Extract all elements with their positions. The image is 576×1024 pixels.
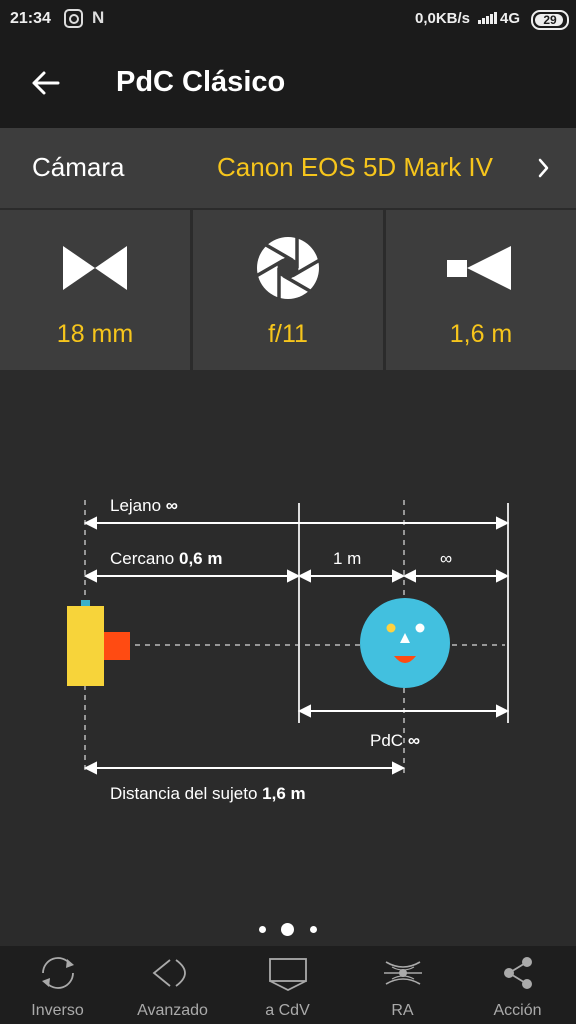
- dof-value: ∞: [407, 731, 420, 750]
- camera-label: Cámara: [32, 152, 125, 182]
- battery-level: 29: [543, 13, 557, 27]
- app-bar: PdC Clásico: [0, 38, 576, 128]
- nav-ra-label: RA: [391, 1002, 414, 1019]
- distance-tile[interactable]: 1,6 m: [386, 210, 576, 370]
- page-title: PdC Clásico: [116, 66, 286, 98]
- dof-label-text: PdC: [370, 731, 404, 750]
- aperture-tile[interactable]: f/11: [193, 210, 383, 370]
- bottom-nav: Inverso Avanzado a CdV RA Acción: [0, 946, 576, 1024]
- nav-cdv[interactable]: a CdV: [230, 946, 345, 1024]
- share-icon: [504, 957, 532, 989]
- near-label-text: Cercano: [110, 549, 175, 568]
- page-dot-active[interactable]: [281, 923, 294, 936]
- nav-accion-label: Acción: [493, 1002, 542, 1019]
- dof-diagram-graphic: [67, 500, 510, 775]
- network-type: 4G: [500, 10, 521, 27]
- subject-distance-value: 1,6 m: [262, 784, 306, 803]
- far-limit-label: Lejano ∞: [110, 496, 178, 516]
- distance-value: 1,6 m: [449, 320, 513, 348]
- near-limit-value: 0,6 m: [179, 549, 223, 568]
- net-speed: 0,0KB/s: [415, 10, 471, 27]
- signal-icon: [478, 12, 497, 24]
- nav-cdv-label: a CdV: [265, 1002, 310, 1019]
- focal-length-tile[interactable]: 18 mm: [0, 210, 190, 370]
- eye-icon: [152, 959, 186, 987]
- screen-icon: [269, 958, 307, 992]
- parameter-tiles: 18 mm f/11 1,6 m: [0, 210, 576, 370]
- nav-inverso[interactable]: Inverso: [0, 946, 115, 1024]
- status-time: 21:34: [10, 10, 51, 27]
- segment-far-label: ∞: [440, 549, 453, 568]
- subject-label-text: Distancia del sujeto: [110, 784, 258, 803]
- status-bar: 21:34 N 0,0KB/s 4G 29: [0, 0, 576, 38]
- near-limit-label: Cercano 0,6 m: [110, 549, 222, 569]
- dof-label: PdC ∞: [370, 731, 420, 751]
- focal-length-value: 18 mm: [56, 320, 134, 348]
- aperture-value: f/11: [268, 320, 308, 348]
- battery-icon: 29: [531, 10, 569, 30]
- rotate-icon: [42, 957, 74, 989]
- notification-n-icon: N: [92, 8, 105, 27]
- dof-diagram: Lejano ∞ Cercano 0,6 m 1 m ∞ PdC ∞ Dista…: [0, 470, 576, 810]
- nav-inverso-label: Inverso: [31, 1002, 84, 1019]
- ar-icon: [384, 961, 422, 985]
- chevron-right-icon: [538, 158, 549, 178]
- distance-icon: [447, 246, 511, 290]
- arrow-left-icon[interactable]: [26, 64, 64, 102]
- nav-accion[interactable]: Acción: [460, 946, 575, 1024]
- focal-length-icon: [63, 246, 127, 290]
- far-label-text: Lejano: [110, 496, 162, 515]
- nav-avanzado[interactable]: Avanzado: [115, 946, 230, 1024]
- instagram-icon: [64, 9, 83, 28]
- subject-distance-label: Distancia del sujeto 1,6 m: [110, 784, 306, 804]
- camera-selector[interactable]: Cámara Canon EOS 5D Mark IV: [0, 128, 576, 208]
- nav-avanzado-label: Avanzado: [137, 1002, 208, 1019]
- camera-illustration: [67, 600, 130, 686]
- page-dot[interactable]: [310, 926, 317, 933]
- camera-value: Canon EOS 5D Mark IV: [217, 152, 493, 182]
- segment-near-label: 1 m: [333, 549, 362, 568]
- subject-face-illustration: [360, 598, 450, 688]
- page-indicator: [0, 920, 576, 940]
- far-limit-value: ∞: [165, 496, 178, 515]
- aperture-icon: [254, 236, 322, 300]
- page-dot[interactable]: [259, 926, 266, 933]
- nav-ra[interactable]: RA: [345, 946, 460, 1024]
